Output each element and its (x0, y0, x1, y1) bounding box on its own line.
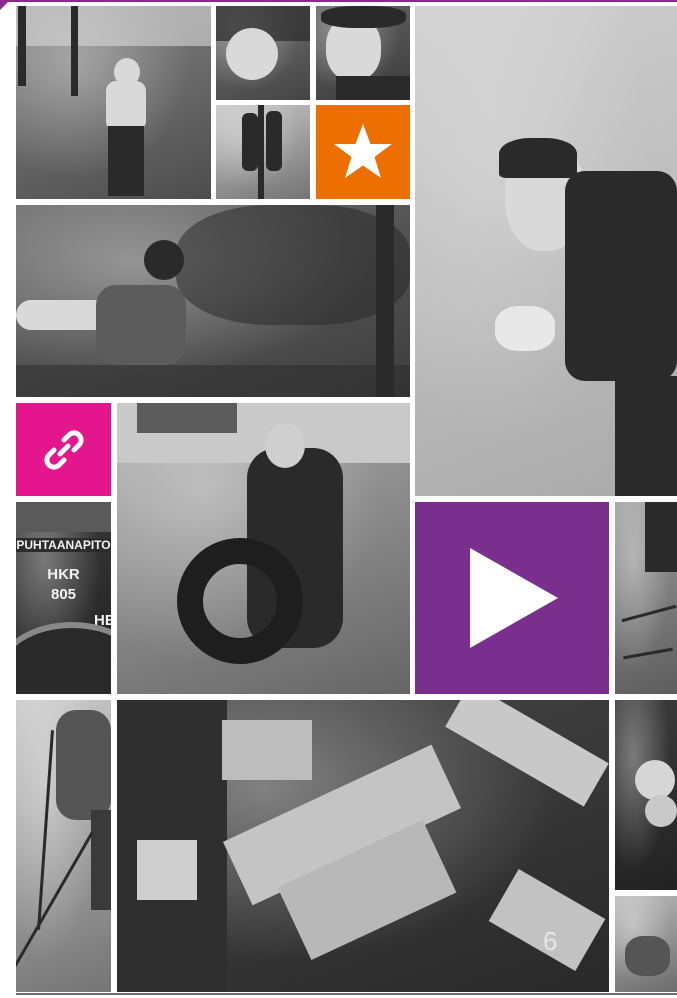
photo-child-playground[interactable] (16, 6, 211, 199)
photo-handwriting[interactable] (615, 502, 677, 694)
photo-ball-game[interactable] (216, 6, 310, 100)
link-icon (43, 429, 84, 470)
top-accent-line (0, 0, 677, 2)
video-play-tile[interactable] (415, 502, 609, 694)
link-tile[interactable] (16, 403, 111, 496)
photo-truck-sign[interactable]: PUHTAANAPITO HKR 805 HE (16, 502, 111, 694)
bottom-divider (16, 993, 677, 995)
photo-boy-cap[interactable] (316, 6, 410, 100)
sign-line-2: HKR (47, 566, 80, 583)
photo-boy-portrait[interactable] (415, 6, 677, 496)
photo-boy-with-tire[interactable] (117, 403, 410, 694)
photo-aerial-city[interactable] (117, 700, 609, 992)
favorite-tile[interactable] (316, 105, 410, 199)
photo-girl-on-swing[interactable] (16, 205, 410, 397)
photo-flowers[interactable] (615, 700, 677, 890)
play-icon (470, 548, 558, 648)
sign-line-3: 805 (50, 586, 77, 603)
sign-line-1: PUHTAANAPITO (16, 538, 111, 552)
star-icon (334, 124, 392, 178)
page-number: 6 (543, 926, 558, 956)
corner-accent (0, 0, 10, 10)
photo-power-line-workers[interactable] (216, 105, 310, 199)
photo-skier[interactable] (16, 700, 111, 992)
photo-beach[interactable] (615, 896, 677, 992)
